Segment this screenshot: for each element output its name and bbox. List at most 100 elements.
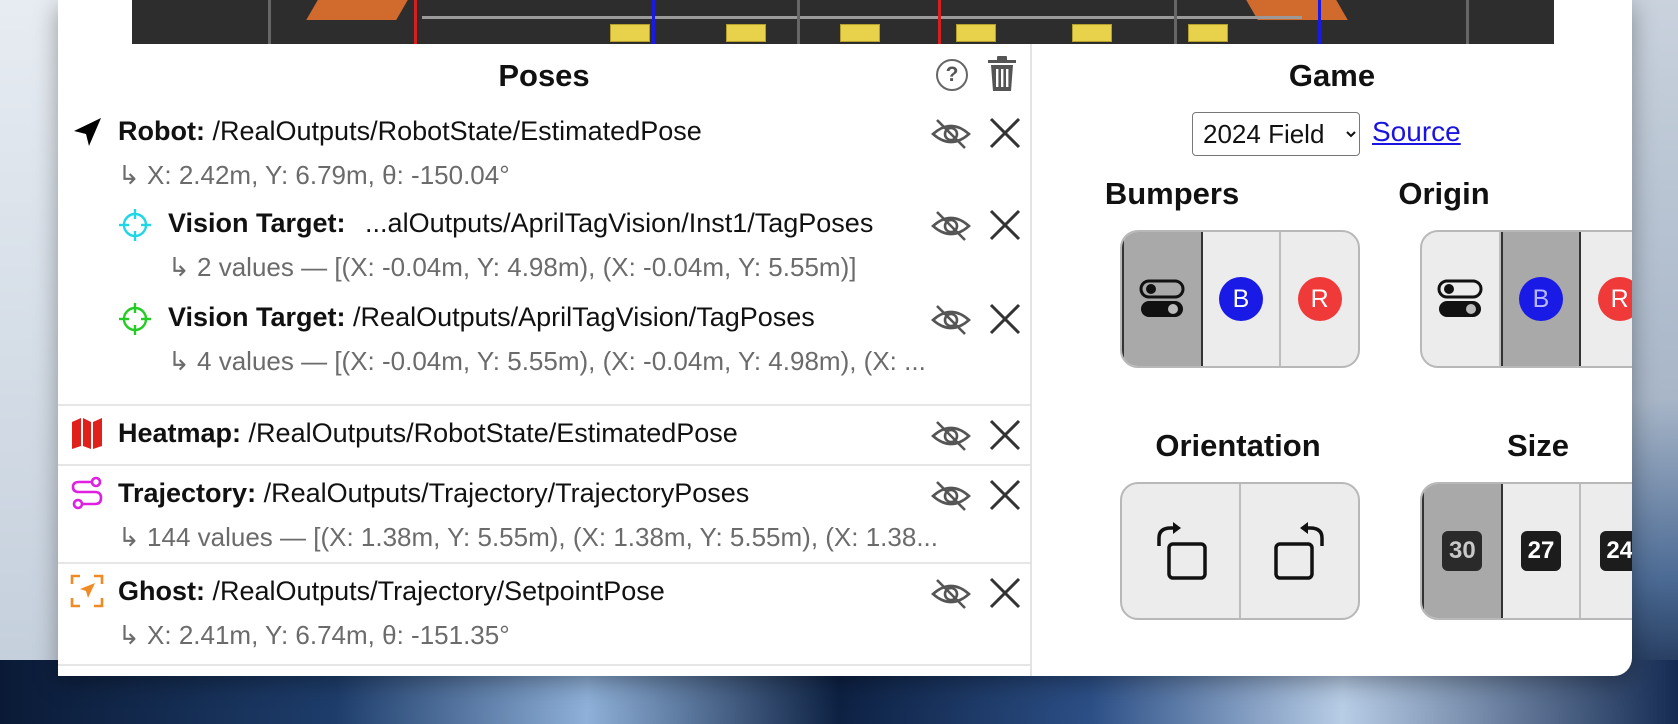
origin-red-option[interactable]: R bbox=[1581, 232, 1632, 366]
pose-path: /RealOutputs/Trajectory/TrajectoryPoses bbox=[263, 478, 750, 508]
close-icon[interactable] bbox=[988, 302, 1022, 336]
close-icon[interactable] bbox=[988, 576, 1022, 610]
trash-icon[interactable] bbox=[986, 56, 1018, 92]
close-icon[interactable] bbox=[988, 478, 1022, 512]
pose-item-label: Vision Target: /RealOutputs/AprilTagVisi… bbox=[168, 302, 815, 333]
rotate-left-button[interactable] bbox=[1122, 484, 1241, 618]
arrow-return-icon: ↳ bbox=[118, 620, 140, 650]
pose-item-label: Vision Target: ...alOutputs/AprilTagVisi… bbox=[168, 208, 873, 239]
field-select[interactable]: 2024 Field bbox=[1192, 112, 1360, 156]
origin-auto-option[interactable] bbox=[1422, 232, 1501, 366]
eye-hidden-icon[interactable] bbox=[931, 208, 971, 244]
toggle-icon bbox=[1139, 279, 1185, 317]
pose-type-label: Heatmap: bbox=[118, 418, 242, 448]
field-line bbox=[797, 0, 800, 44]
red-alliance-icon: R bbox=[1297, 277, 1342, 321]
pose-path: /RealOutputs/Trajectory/SetpointPose bbox=[212, 576, 665, 606]
bumpers-auto-option[interactable] bbox=[1122, 232, 1203, 366]
pose-item-heatmap[interactable]: Heatmap: /RealOutputs/RobotState/Estimat… bbox=[58, 406, 1030, 464]
origin-blue-option[interactable]: B bbox=[1500, 232, 1582, 366]
size-title: Size bbox=[1506, 428, 1570, 463]
pose-value: X: 2.42m, Y: 6.79m, θ: -150.04° bbox=[147, 160, 510, 190]
size-27-option[interactable]: 27 bbox=[1503, 484, 1582, 618]
pose-path: /RealOutputs/AprilTagVision/TagPoses bbox=[353, 302, 815, 332]
pose-item-vision-target[interactable]: Vision Target: /RealOutputs/AprilTagVisi… bbox=[58, 288, 1030, 380]
rotate-right-icon bbox=[1273, 522, 1324, 580]
field-line bbox=[652, 0, 655, 44]
field-line bbox=[938, 0, 941, 44]
pose-item-label: Ghost: /RealOutputs/Trajectory/SetpointP… bbox=[118, 576, 665, 607]
red-alliance-icon: R bbox=[1597, 277, 1632, 321]
pose-detail: ↳ X: 2.42m, Y: 6.79m, θ: -150.04° bbox=[118, 160, 998, 191]
field-line bbox=[414, 0, 417, 44]
size-24-option[interactable]: 24 bbox=[1581, 484, 1632, 618]
navigation-arrow-icon bbox=[74, 118, 101, 146]
bumpers-red-option[interactable]: R bbox=[1281, 232, 1358, 366]
poses-header: Poses ? bbox=[58, 44, 1030, 106]
pose-item-vision-target-inst1[interactable]: Vision Target: ...alOutputs/AprilTagVisi… bbox=[58, 196, 1030, 288]
field-line bbox=[268, 0, 271, 44]
arrow-return-icon: ↳ bbox=[118, 160, 140, 190]
rotate-left-icon bbox=[1156, 522, 1207, 580]
rotate-right-button[interactable] bbox=[1241, 484, 1358, 618]
pose-path: /RealOutputs/RobotState/EstimatedPose bbox=[248, 418, 738, 448]
pose-value: 2 values — [(X: -0.04m, Y: 4.98m), (X: -… bbox=[197, 252, 857, 282]
pose-type-label: Vision Target: bbox=[168, 208, 346, 238]
pose-value: X: 2.41m, Y: 6.74m, θ: -151.35° bbox=[147, 620, 510, 650]
pose-item-trajectory[interactable]: Trajectory: /RealOutputs/Trajectory/Traj… bbox=[58, 466, 1030, 562]
size-30-option[interactable]: 30 bbox=[1422, 484, 1503, 618]
game-title: Game bbox=[1288, 58, 1376, 93]
field-element bbox=[840, 24, 880, 42]
arrow-return-icon: ↳ bbox=[168, 252, 190, 282]
route-icon bbox=[71, 476, 103, 510]
arrow-return-icon: ↳ bbox=[118, 522, 140, 552]
blue-alliance-icon: B bbox=[1519, 277, 1563, 321]
pose-path: ...alOutputs/AprilTagVision/Inst1/TagPos… bbox=[365, 208, 874, 238]
robot-sprite bbox=[306, 0, 408, 20]
pose-type-label: Robot: bbox=[118, 116, 205, 146]
size-30-icon: 30 bbox=[1442, 531, 1483, 571]
orientation-segmented-control bbox=[1120, 482, 1360, 620]
field-element bbox=[610, 24, 650, 42]
pose-value: 144 values — [(X: 1.38m, Y: 5.55m), (X: … bbox=[147, 522, 938, 552]
pose-type-label: Ghost: bbox=[118, 576, 205, 606]
field-element bbox=[956, 24, 996, 42]
toggle-icon bbox=[1437, 279, 1483, 317]
field-view[interactable] bbox=[132, 0, 1554, 44]
eye-hidden-icon[interactable] bbox=[931, 576, 971, 612]
bumpers-title: Bumpers bbox=[1104, 176, 1240, 211]
poses-title: Poses bbox=[498, 58, 590, 93]
desktop-wallpaper bbox=[0, 0, 58, 676]
close-icon[interactable] bbox=[988, 418, 1022, 452]
config-panel: Poses ? Robot: /RealOutputs/RobotState/E… bbox=[58, 44, 1632, 676]
close-icon[interactable] bbox=[988, 208, 1022, 242]
blue-alliance-icon: B bbox=[1219, 277, 1263, 321]
pose-detail: ↳ 2 values — [(X: -0.04m, Y: 4.98m), (X:… bbox=[168, 252, 1018, 283]
source-link[interactable]: Source bbox=[1372, 116, 1461, 148]
field-line bbox=[1174, 0, 1177, 44]
size-27-icon: 27 bbox=[1521, 531, 1561, 571]
pose-detail: ↳ 4 values — [(X: -0.04m, Y: 5.55m), (X:… bbox=[168, 346, 1020, 377]
bumpers-blue-option[interactable]: B bbox=[1203, 232, 1282, 366]
orientation-title: Orientation bbox=[1155, 428, 1321, 463]
eye-hidden-icon[interactable] bbox=[931, 478, 971, 514]
size-segmented-control: 30 27 24 bbox=[1420, 482, 1632, 620]
field-element bbox=[1072, 24, 1112, 42]
pose-value: 4 values — [(X: -0.04m, Y: 5.55m), (X: -… bbox=[197, 346, 926, 376]
arrow-return-icon: ↳ bbox=[168, 346, 190, 376]
field-line bbox=[1318, 0, 1321, 44]
eye-hidden-icon[interactable] bbox=[931, 116, 971, 152]
pose-item-label: Robot: /RealOutputs/RobotState/Estimated… bbox=[118, 116, 702, 147]
field-line bbox=[1466, 0, 1469, 44]
pose-item-robot[interactable]: Robot: /RealOutputs/RobotState/Estimated… bbox=[58, 106, 1030, 196]
field-rail bbox=[422, 16, 1302, 19]
eye-hidden-icon[interactable] bbox=[931, 302, 971, 338]
crosshair-icon bbox=[119, 303, 151, 335]
close-icon[interactable] bbox=[988, 116, 1022, 150]
map-icon bbox=[72, 418, 102, 449]
origin-segmented-control: B R bbox=[1420, 230, 1632, 368]
help-button[interactable]: ? bbox=[936, 59, 968, 91]
ghost-target-icon bbox=[70, 574, 104, 608]
eye-hidden-icon[interactable] bbox=[931, 418, 971, 454]
pose-item-ghost[interactable]: Ghost: /RealOutputs/Trajectory/SetpointP… bbox=[58, 564, 1030, 660]
